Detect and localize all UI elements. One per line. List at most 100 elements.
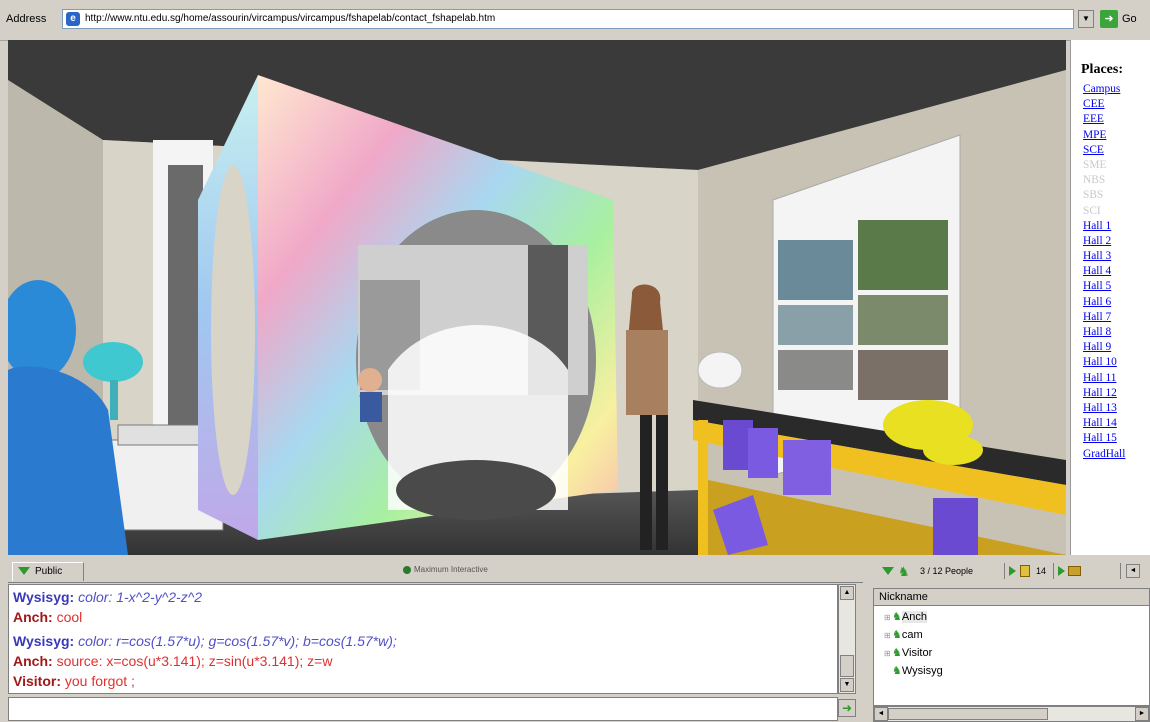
place-link-label[interactable]: EEE [1083, 113, 1104, 125]
place-link[interactable]: Hall 10 [1083, 355, 1125, 370]
place-link[interactable]: CEE [1083, 97, 1125, 112]
place-link[interactable]: GradHall [1083, 447, 1125, 462]
person-item[interactable]: ⊞♞Visitor [884, 646, 932, 663]
people-toolbar: ♞ 3 / 12 People 14 ◄ [868, 560, 1150, 582]
tab-public[interactable]: Public [12, 562, 84, 581]
place-link[interactable]: Campus [1083, 82, 1125, 97]
place-link[interactable]: Hall 5 [1083, 279, 1125, 294]
scroll-left-button[interactable]: ◄ [1126, 564, 1140, 578]
place-link-label[interactable]: CEE [1083, 98, 1105, 110]
place-link-label[interactable]: Hall 9 [1083, 341, 1111, 353]
chat-text: color: 1-x^2-y^2-z^2 [78, 589, 203, 605]
ie-page-icon: e [66, 12, 80, 26]
person-name: Wysisyg [901, 665, 943, 677]
place-link[interactable]: Hall 2 [1083, 234, 1125, 249]
scroll-thumb[interactable] [888, 708, 1048, 720]
place-link[interactable]: Hall 14 [1083, 416, 1125, 431]
place-link-label[interactable]: Campus [1083, 83, 1120, 95]
send-icon[interactable]: ➜ [838, 699, 856, 717]
place-link-label[interactable]: Hall 5 [1083, 280, 1111, 292]
scroll-left-button[interactable]: ◄ [874, 707, 888, 721]
avatar-icon: ♞ [892, 647, 902, 659]
chat-message: Anch: cool [13, 609, 82, 625]
tree-expander: ⊞ [884, 631, 891, 640]
place-link-label[interactable]: SCE [1083, 144, 1104, 156]
place-link-label[interactable]: Hall 13 [1083, 402, 1117, 414]
toolbar-divider [1120, 563, 1121, 579]
place-link-label[interactable]: Hall 8 [1083, 326, 1111, 338]
folder-icon [1068, 566, 1081, 576]
place-link-label[interactable]: Hall 15 [1083, 432, 1117, 444]
chat-message: Visitor: you forgot ; [13, 673, 135, 689]
people-icon: ♞ [898, 564, 910, 579]
place-link-label[interactable]: MPE [1083, 129, 1106, 141]
chat-status: Maximum Interactive [403, 565, 488, 574]
place-link-label[interactable]: Hall 12 [1083, 387, 1117, 399]
url-text[interactable]: http://www.ntu.edu.sg/home/assourin/virc… [85, 13, 495, 24]
place-link: SME [1083, 158, 1107, 171]
tree-expander: ⊞ [884, 649, 891, 658]
chat-message: Wysisyg: color: 1-x^2-y^2-z^2 [13, 589, 202, 605]
objects-count: 14 [1036, 566, 1047, 576]
scroll-down-button[interactable]: ▼ [840, 678, 854, 692]
place-link-label[interactable]: Hall 7 [1083, 311, 1111, 323]
places-panel: Places: Campus CEE EEE MPE SCE SME NBS SBS SCI Ha… [1070, 40, 1150, 555]
go-button[interactable]: Go [1122, 13, 1137, 25]
place-link: SCI [1083, 204, 1101, 217]
people-list[interactable]: Nickname ⊞♞Anch ⊞♞cam ⊞♞Visitor ♞Wysisyg [873, 588, 1150, 706]
chat-input[interactable] [8, 697, 838, 721]
place-link-label[interactable]: Hall 6 [1083, 296, 1111, 308]
url-dropdown-button[interactable]: ▼ [1078, 10, 1094, 28]
place-link[interactable]: Hall 3 [1083, 249, 1125, 264]
person-name: Anch [901, 611, 927, 623]
triangle-down-icon[interactable] [882, 567, 894, 575]
avatar-icon: ♞ [892, 611, 902, 623]
place-link[interactable]: SCE [1083, 143, 1125, 158]
person-item[interactable]: ⊞♞Anch [884, 610, 927, 627]
place-link-label[interactable]: GradHall [1083, 448, 1125, 460]
chat-nick: Wysisyg: [13, 633, 75, 649]
object-icon [1020, 565, 1030, 577]
go-arrow-icon[interactable]: ➜ [1100, 10, 1118, 28]
scroll-right-button[interactable]: ► [1135, 707, 1149, 721]
chat-message: Wysisyg: color: r=cos(1.57*u); g=cos(1.5… [13, 633, 397, 649]
chat-text: source: x=cos(u*3.141); z=sin(u*3.141); … [56, 653, 333, 669]
people-hscrollbar[interactable]: ◄ ► [873, 706, 1150, 722]
place-link[interactable]: Hall 7 [1083, 310, 1125, 325]
place-link-label[interactable]: Hall 2 [1083, 235, 1111, 247]
person-item[interactable]: ♞Wysisyg [884, 664, 943, 681]
place-link[interactable]: Hall 8 [1083, 325, 1125, 340]
place-link[interactable]: Hall 9 [1083, 340, 1125, 355]
place-link[interactable]: Hall 4 [1083, 264, 1125, 279]
place-link[interactable]: MPE [1083, 128, 1125, 143]
place-link-label[interactable]: Hall 4 [1083, 265, 1111, 277]
scroll-up-button[interactable]: ▲ [840, 586, 854, 600]
person-item[interactable]: ⊞♞cam [884, 628, 923, 645]
place-link-label[interactable]: Hall 1 [1083, 220, 1111, 232]
place-link-label[interactable]: Hall 3 [1083, 250, 1111, 262]
play-icon[interactable] [1058, 566, 1065, 576]
url-input[interactable]: e http://www.ntu.edu.sg/home/assourin/vi… [62, 9, 1074, 29]
place-link[interactable]: EEE [1083, 112, 1125, 127]
place-link[interactable]: Hall 12 [1083, 386, 1125, 401]
place-link[interactable]: Hall 11 [1083, 371, 1125, 386]
chat-scrollbar[interactable]: ▲ ▼ [838, 584, 856, 694]
scroll-thumb[interactable] [840, 655, 854, 677]
place-link[interactable]: Hall 13 [1083, 401, 1125, 416]
place-link-label[interactable]: Hall 14 [1083, 417, 1117, 429]
triangle-down-icon [18, 567, 30, 575]
person-name: cam [901, 629, 923, 641]
places-title: Places: [1081, 62, 1123, 77]
place-link[interactable]: Hall 15 [1083, 431, 1125, 446]
chat-nick: Anch: [13, 653, 53, 669]
place-link[interactable]: Hall 6 [1083, 295, 1125, 310]
place-link-label[interactable]: Hall 10 [1083, 356, 1117, 368]
play-icon[interactable] [1009, 566, 1016, 576]
3d-viewport[interactable] [8, 40, 1066, 555]
chat-log[interactable]: Wysisyg: color: 1-x^2-y^2-z^2 Anch: cool… [8, 584, 838, 694]
place-link-label[interactable]: Hall 11 [1083, 372, 1116, 384]
place-link[interactable]: Hall 1 [1083, 219, 1125, 234]
chat-tab-bar: Public Maximum Interactive [8, 560, 863, 583]
nickname-column-header[interactable]: Nickname [874, 589, 1149, 606]
place-link: SBS [1083, 189, 1104, 202]
